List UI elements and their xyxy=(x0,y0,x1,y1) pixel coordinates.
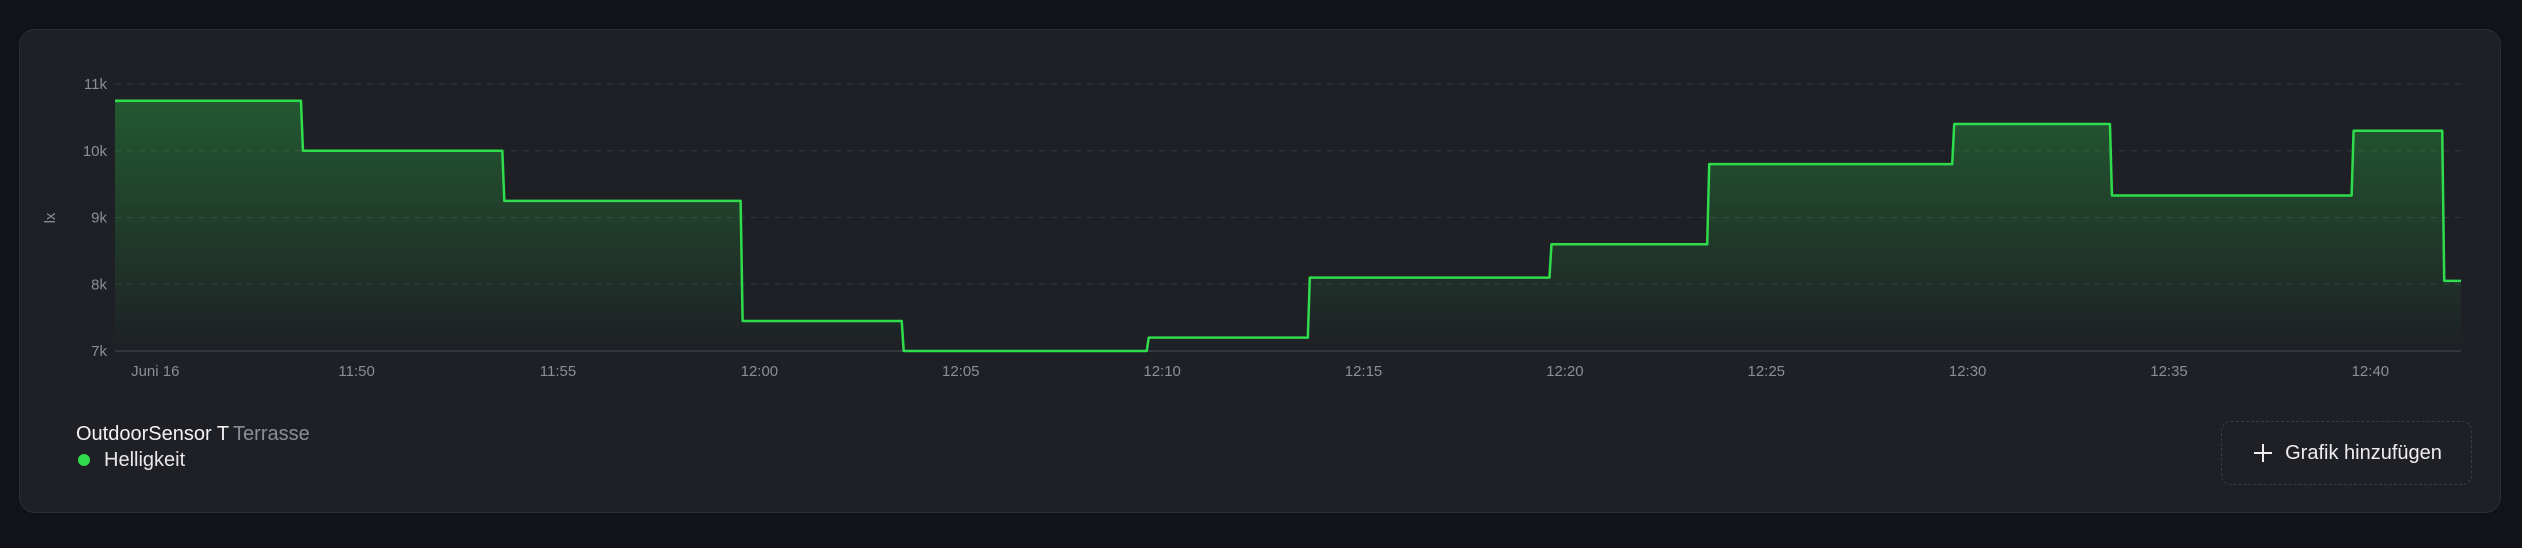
y-tick-label: 9k xyxy=(91,210,107,227)
history-card: 7k 8k 9k 10k 11k Juni 16 11:50 11:55 12:00 12:05… xyxy=(19,29,2501,513)
x-tick-label: 12:30 xyxy=(1949,363,1987,380)
x-tick-label: 12:40 xyxy=(2352,363,2390,380)
y-tick-label: 7k xyxy=(91,343,107,360)
x-tick-label: 12:05 xyxy=(942,363,980,380)
add-graph-label: Grafik hinzufügen xyxy=(2285,441,2442,464)
x-tick-label: 12:25 xyxy=(1747,363,1785,380)
x-tick-label: 12:10 xyxy=(1143,363,1181,380)
y-tick-label: 8k xyxy=(91,276,107,293)
chart-legend[interactable]: OutdoorSensor T Terrasse Helligkeit xyxy=(76,422,310,472)
x-tick-label: 12:00 xyxy=(741,363,779,380)
legend-room-name: Terrasse xyxy=(233,423,310,445)
legend-series-label: Helligkeit xyxy=(104,449,186,471)
plus-icon xyxy=(2254,444,2273,462)
legend-device-name: OutdoorSensor T xyxy=(76,423,230,445)
x-tick-label: 12:20 xyxy=(1546,363,1584,380)
legend-entity-title: OutdoorSensor T Terrasse xyxy=(76,422,310,446)
y-tick-label: 10k xyxy=(83,143,108,160)
add-graph-button[interactable]: Grafik hinzufügen xyxy=(2221,421,2472,485)
x-tick-label: 12:35 xyxy=(2150,363,2188,380)
y-axis-label: lx xyxy=(42,212,59,223)
brightness-chart: 7k 8k 9k 10k 11k Juni 16 11:50 11:55 12:00 12:05… xyxy=(42,76,2461,380)
y-tick-label: 11k xyxy=(84,76,108,93)
x-tick-label: 11:55 xyxy=(540,363,576,380)
x-tick-label: Juni 16 xyxy=(131,363,179,380)
x-tick-label: 11:50 xyxy=(338,363,374,380)
series-color-dot xyxy=(78,454,90,466)
legend-series-item[interactable]: Helligkeit xyxy=(76,448,310,472)
x-tick-label: 12:15 xyxy=(1345,363,1383,380)
